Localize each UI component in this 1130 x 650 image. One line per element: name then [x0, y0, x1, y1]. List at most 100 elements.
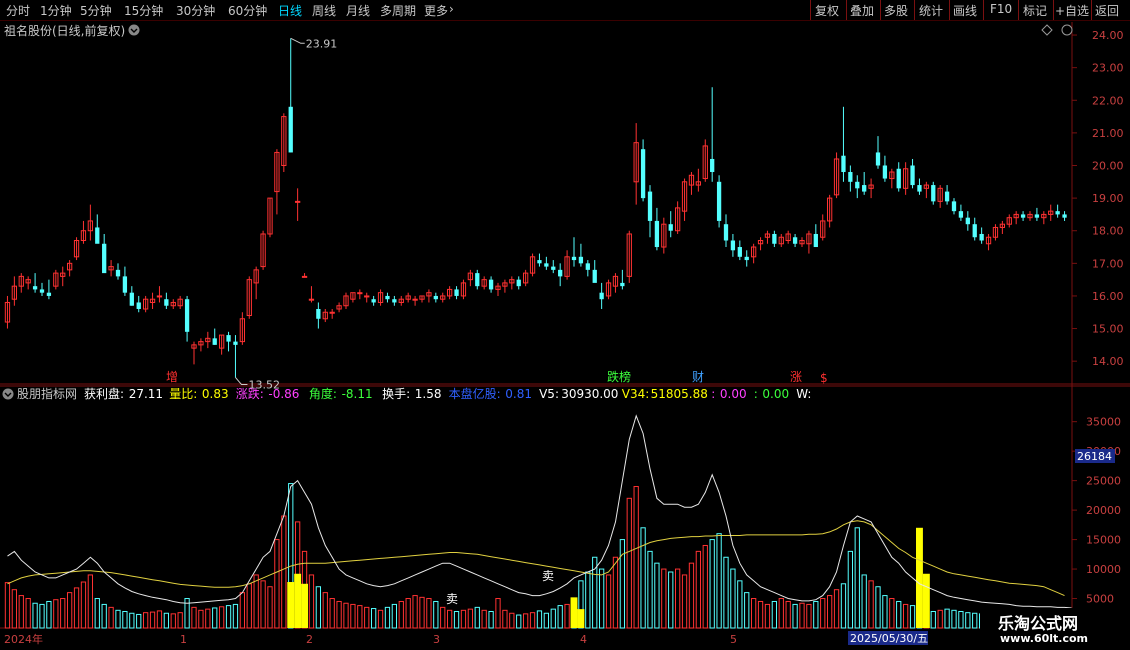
- volume-bar: [343, 602, 349, 629]
- x-axis-label: 5: [730, 633, 737, 646]
- volume-bar: [619, 539, 626, 629]
- current-volume-label: 26184: [1077, 450, 1112, 463]
- volume-bar: [274, 539, 280, 629]
- volume-bar: [460, 609, 467, 629]
- event-marker-dividend[interactable]: $: [820, 371, 828, 385]
- candle: [412, 295, 418, 306]
- candle: [605, 279, 612, 300]
- candle: [205, 331, 211, 349]
- volume-bar: [702, 544, 708, 629]
- event-marker-toplist[interactable]: 跌榜: [607, 369, 631, 384]
- signal-bar: [301, 583, 308, 628]
- volume-bar: [944, 608, 950, 629]
- candle: [633, 123, 639, 205]
- indicator-field-label: 获利盘:: [84, 386, 124, 401]
- candle: [537, 253, 542, 267]
- panel-menu-chevron-icon[interactable]: [128, 24, 140, 36]
- brand-url: www.60lt.com: [1000, 632, 1089, 645]
- volume-bar: [737, 580, 743, 629]
- candle: [475, 269, 480, 290]
- candle: [820, 214, 826, 241]
- settings-icon[interactable]: [1061, 24, 1073, 36]
- volume-bar: [350, 603, 356, 629]
- candle: [46, 279, 52, 300]
- candle: [274, 149, 280, 215]
- candle: [661, 217, 667, 254]
- watermark-brand: 乐淘公式网 www.60lt.com: [980, 608, 1130, 650]
- candle: [398, 295, 404, 306]
- candle: [102, 233, 107, 274]
- volume-bar: [654, 562, 660, 629]
- volume-bar: [80, 581, 87, 629]
- volume-bar: [723, 556, 729, 629]
- volume-bar: [239, 592, 246, 629]
- volume-bar: [108, 606, 114, 629]
- main-panel-title: 祖名股份(日线,前复权): [4, 23, 125, 38]
- candle: [108, 260, 114, 277]
- candle: [992, 224, 999, 241]
- candle: [723, 214, 729, 248]
- high-annotation: 23.91: [290, 37, 337, 50]
- candle: [191, 341, 197, 365]
- candle: [253, 266, 259, 300]
- price-tick-label: 17.00: [1092, 257, 1124, 270]
- volume-tick-label: 25000: [1086, 475, 1121, 488]
- candle: [142, 295, 149, 313]
- volume-bar: [744, 592, 750, 629]
- volume-bar: [847, 550, 854, 629]
- candle: [281, 113, 287, 173]
- diamond-icon[interactable]: [1041, 24, 1053, 36]
- volume-bar: [446, 609, 453, 629]
- indicator-field-value: 0.83: [202, 387, 229, 401]
- volume-ma-short-line: [7, 414, 1072, 609]
- candle: [778, 233, 784, 248]
- volume-bar: [488, 610, 494, 629]
- candle: [688, 172, 695, 195]
- volume-bar: [522, 613, 529, 629]
- volume-tick-label: 35000: [1086, 416, 1121, 429]
- candle: [1055, 204, 1060, 218]
- indicator-menu-chevron-icon[interactable]: [2, 388, 14, 400]
- signal-bar: [570, 597, 578, 628]
- indicator-field-label: V5:: [539, 387, 559, 401]
- candle: [164, 292, 169, 309]
- candle: [710, 87, 715, 182]
- event-marker-finance[interactable]: 财: [692, 370, 704, 384]
- indicator-field-label: 角度:: [309, 386, 337, 401]
- volume-bar: [212, 607, 218, 629]
- candle: [129, 286, 134, 306]
- candle: [931, 181, 936, 205]
- event-marker-add[interactable]: 增: [166, 370, 178, 384]
- volume-bar: [882, 595, 888, 629]
- indicator-field-value: 51805.88: [651, 387, 708, 401]
- candle: [813, 224, 818, 248]
- candle: [357, 289, 363, 300]
- candle: [343, 292, 349, 309]
- indicator-field-value: 0.00: [762, 387, 789, 401]
- candle: [551, 260, 556, 274]
- indicator-field-label: :: [754, 387, 758, 401]
- candle: [923, 181, 930, 199]
- candle: [1027, 211, 1033, 221]
- candle: [177, 295, 183, 309]
- candle: [454, 286, 459, 300]
- volume-bar: [122, 610, 128, 629]
- price-tick-label: 23.00: [1092, 62, 1124, 75]
- volume-bar: [46, 600, 52, 629]
- volume-bar: [516, 614, 522, 629]
- candle: [979, 227, 984, 244]
- volume-bar: [170, 613, 176, 629]
- indicator-field-label: W:: [796, 387, 811, 401]
- kline-chart[interactable]: 祖名股份(日线,前复权) 24.0023.0022.0021.0020.0019…: [0, 0, 1130, 650]
- volume-bar: [598, 568, 605, 629]
- volume-bar: [564, 603, 570, 629]
- indicator-field-value: -8.11: [342, 387, 373, 401]
- volume-bar: [861, 574, 867, 629]
- volume-bar: [60, 598, 66, 629]
- event-marker-limit-up[interactable]: 涨: [790, 369, 802, 384]
- volume-bar: [909, 605, 916, 629]
- volume-bar: [550, 608, 556, 629]
- volume-bar: [688, 562, 695, 629]
- volume-bar: [792, 603, 798, 629]
- volume-bar: [529, 612, 536, 629]
